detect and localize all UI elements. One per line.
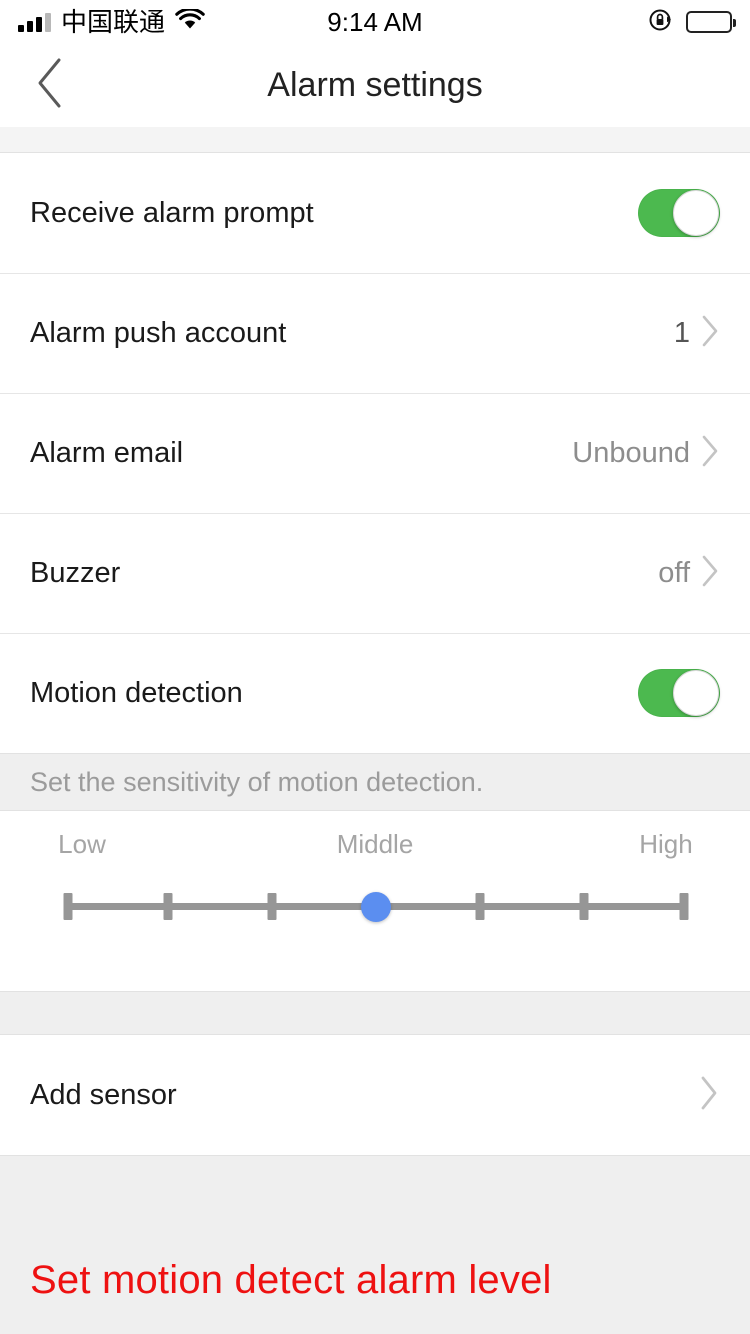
row-value: off [658,556,690,589]
status-bar: 中国联通 9:14 AM [0,0,750,44]
carrier-label: 中国联通 [61,7,166,37]
chevron-right-icon [700,314,720,353]
status-bar-left: 中国联通 [18,6,205,37]
row-label: Buzzer [30,556,121,589]
annotation-footer: Set motion detect alarm level [0,1155,750,1334]
signal-bars-icon [18,12,51,32]
slider-thumb[interactable] [361,892,391,922]
rotation-lock-icon [648,7,674,38]
add-sensor-section: Add sensor [0,1035,750,1155]
sensitivity-label-high: High [639,829,693,859]
navigation-bar: Alarm settings [0,44,750,127]
sensitivity-section-header: Set the sensitivity of motion detection. [0,753,750,811]
slider-tick [267,893,277,920]
annotation-text: Set motion detect alarm level [30,1258,552,1302]
chevron-right-icon [700,434,720,473]
row-value: 1 [673,316,690,349]
slider-tick [679,893,689,920]
page-title: Alarm settings [267,66,483,104]
wifi-icon [175,6,205,36]
receive-alarm-prompt-toggle[interactable] [638,189,720,237]
section-gap-top [0,127,750,153]
row-control: off [658,554,720,593]
row-control: 1 [674,314,720,353]
toggle-knob [673,670,719,716]
toggle-knob [673,190,719,236]
slider-tick [579,893,589,920]
row-alarm-email[interactable]: Alarm email Unbound [0,393,750,513]
slider-tick [475,893,485,920]
row-receive-alarm-prompt[interactable]: Receive alarm prompt [0,153,750,273]
row-control [638,669,720,717]
status-bar-right [648,7,736,38]
row-control: Unbound [572,434,720,473]
row-label: Alarm email [30,436,184,469]
slider-tick [63,893,73,920]
row-buzzer[interactable]: Buzzer off [0,513,750,633]
row-label: Receive alarm prompt [30,196,314,229]
row-label: Add sensor [30,1078,177,1111]
phone-screen: 中国联通 9:14 AM Alarm settings Receive alar… [0,0,750,1334]
battery-icon [686,11,736,33]
row-control [698,1074,720,1117]
chevron-right-icon [698,1074,720,1117]
row-alarm-push-account[interactable]: Alarm push account 1 [0,273,750,393]
sensitivity-slider[interactable] [63,879,689,935]
row-label: Alarm push account [30,316,287,349]
chevron-right-icon [700,554,720,593]
sensitivity-label-low: Low [58,829,106,859]
row-value: Unbound [572,436,690,469]
chevron-left-icon [35,57,65,114]
motion-detection-toggle[interactable] [638,669,720,717]
slider-tick [163,893,173,920]
section-gap-middle [0,991,750,1035]
sensitivity-slider-panel: Low Middle High [0,811,750,991]
sensitivity-labels: Low Middle High [0,829,750,865]
back-button[interactable] [22,58,78,114]
sensitivity-label-middle: Middle [336,829,414,859]
row-control [638,189,720,237]
row-add-sensor[interactable]: Add sensor [0,1035,750,1155]
row-label: Motion detection [30,676,243,709]
settings-list: Receive alarm prompt Alarm push account … [0,153,750,753]
row-motion-detection[interactable]: Motion detection [0,633,750,753]
